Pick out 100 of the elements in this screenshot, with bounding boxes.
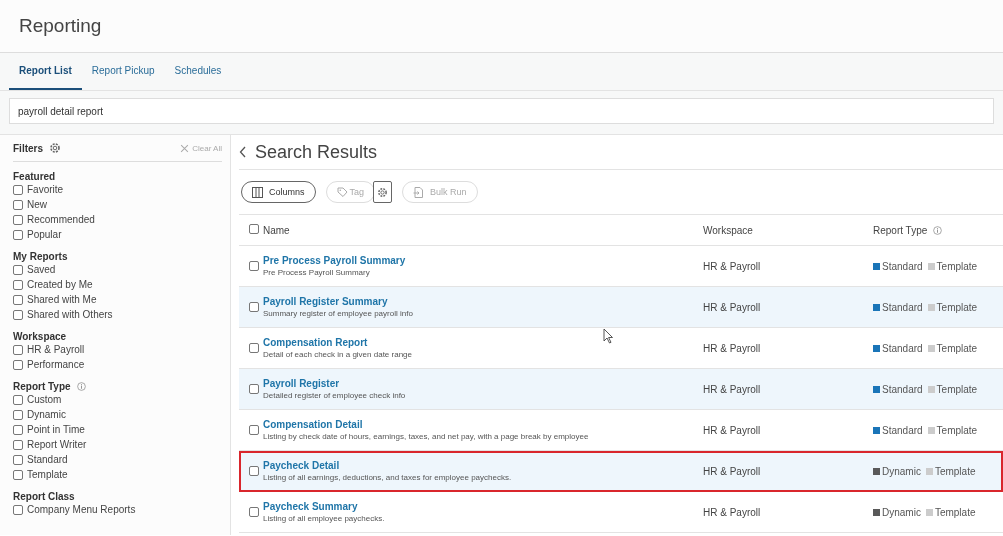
filter-option: Company Menu Reports [27,504,136,515]
checkbox[interactable] [13,294,23,305]
checkbox[interactable] [13,454,23,465]
filters-title: Filters [13,142,43,154]
type-label: Template [936,383,978,395]
checkbox[interactable] [13,279,23,290]
report-link[interactable]: Compensation Detail [263,419,703,430]
columns-icon [252,186,263,198]
report-description: Listing of all employee paychecks. [263,514,386,523]
workspace-cell-text: HR & Payroll [703,465,762,477]
type-label: Template [936,342,978,354]
checkbox[interactable] [13,264,23,275]
filter-group-title: Report Type [13,381,71,392]
type-label: Dynamic [882,465,921,477]
filter-option: Standard [27,454,68,465]
report-description: Detailed register of employee check info [263,391,407,400]
filter-group-title: My Reports [13,251,68,262]
filter-option: Custom [27,394,62,405]
filter-option: Report Writer [27,439,87,450]
filter-option: Saved [27,264,56,275]
checkbox[interactable] [13,184,23,195]
checkbox[interactable] [13,409,23,420]
type-label: Standard [882,301,923,313]
report-link[interactable]: Paycheck Summary [263,501,703,512]
settings-icon [49,142,61,154]
filter-option: Shared with Others [27,309,113,320]
filter-group-title: Workspace [13,331,67,342]
type-label: Template [936,424,978,436]
filter-option: Point in Time [27,424,85,435]
type-label: Standard [882,260,923,272]
report-link[interactable]: Paycheck Detail [263,460,703,471]
checkbox[interactable] [13,394,23,405]
report-link[interactable]: Payroll Register Summary [263,296,703,307]
back-icon [239,146,247,158]
tab[interactable]: Report Pickup [81,53,165,90]
checkbox[interactable] [249,302,259,312]
filter-option: Created by Me [27,279,93,290]
report-description: Detail of each check in a given date range [263,350,413,359]
checkbox[interactable] [13,469,23,480]
filter-option: New [27,199,47,210]
checkbox[interactable] [249,384,259,394]
checkbox[interactable] [13,359,23,370]
column-header: Report Type [873,224,928,236]
filter-option: Favorite [27,184,64,195]
type-label: Dynamic [882,506,921,518]
checkbox[interactable] [13,214,23,225]
checkbox[interactable] [249,425,259,435]
tab[interactable]: Schedules [164,53,232,90]
type-label: Standard [882,383,923,395]
workspace-cell-text: HR & Payroll [703,301,762,313]
column-header: Name [263,224,290,236]
checkbox[interactable] [13,504,23,515]
close-icon [180,143,190,153]
type-label: Template [936,260,978,272]
filter-group-title: Report Class [13,491,75,502]
settings-icon [377,186,389,198]
checkbox[interactable] [249,224,259,234]
column-header: Workspace [703,224,753,236]
checkbox[interactable] [13,199,23,210]
type-label: Template [934,506,976,518]
document-icon [413,186,425,198]
filter-option: Template [27,469,68,480]
columns-button[interactable]: Columns [241,181,316,203]
checkbox[interactable] [249,261,259,271]
workspace-cell-text: HR & Payroll [703,342,762,354]
report-description: Pre Process Payroll Summary [263,268,371,277]
checkbox[interactable] [13,229,23,240]
checkbox[interactable] [249,507,259,517]
filter-option: Dynamic [27,409,66,420]
type-label: Standard [882,424,923,436]
type-label: Template [936,301,978,313]
results-title: Search Results [255,141,378,163]
report-link[interactable]: Payroll Register [263,378,703,389]
checkbox[interactable] [13,424,23,435]
filter-option: Shared with Me [27,294,97,305]
page-title: Reporting [19,15,102,37]
filter-option: Popular [27,229,62,240]
filter-group-title: Featured [13,171,56,182]
workspace-cell-text: HR & Payroll [703,424,762,436]
report-link[interactable]: Compensation Report [263,337,703,348]
checkbox[interactable] [249,466,259,476]
checkbox[interactable] [13,309,23,320]
report-description: Listing by check date of hours, earnings, taxes, and net pay, with a page break by employee [263,432,590,441]
filter-option: HR & Payroll [27,344,85,355]
workspace-cell-text: HR & Payroll [703,383,762,395]
checkbox[interactable] [249,343,259,353]
tag-icon [336,186,348,198]
type-label: Template [934,465,976,477]
cursor-icon [603,328,614,344]
checkbox[interactable] [13,344,23,355]
report-description: Summary register of employee payroll info [263,309,414,318]
filter-option: Performance [27,359,85,370]
report-link[interactable]: Pre Process Payroll Summary [263,255,703,266]
checkbox[interactable] [13,439,23,450]
filter-option: Recommended [27,214,95,225]
workspace-cell-text: HR & Payroll [703,506,762,518]
clear-all-text: Clear All [192,143,222,153]
report-description: Listing of all earnings, deductions, and taxes for employee paychecks. [263,473,513,482]
search-field[interactable]: payroll detail report [9,98,994,124]
settings-button[interactable] [373,181,393,203]
